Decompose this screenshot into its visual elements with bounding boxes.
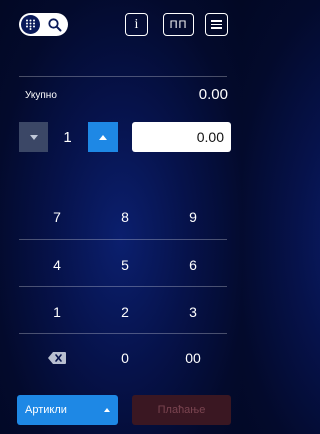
keypad-search-toggle[interactable] (19, 13, 68, 36)
backspace-icon (48, 352, 66, 364)
keypad-divider (19, 333, 227, 334)
articles-label: Артикли (25, 404, 67, 416)
key-3[interactable]: 3 (159, 292, 227, 332)
key-6[interactable]: 6 (159, 245, 227, 285)
caret-up-icon (104, 408, 110, 412)
menu-button[interactable] (205, 13, 228, 36)
articles-button[interactable]: Артикли (17, 395, 118, 425)
backspace-key[interactable] (23, 338, 91, 378)
pay-button[interactable]: Плаћање (132, 395, 231, 425)
key-1[interactable]: 1 (23, 292, 91, 332)
keypad-icon[interactable] (21, 15, 40, 34)
amount-input[interactable]: 0.00 (132, 122, 231, 152)
chevron-down-icon (29, 134, 38, 140)
key-8[interactable]: 8 (91, 197, 159, 237)
keypad-divider (19, 239, 227, 240)
keypad-divider (19, 286, 227, 287)
chevron-up-icon (99, 134, 107, 140)
top-bar: i ПП (0, 0, 242, 50)
search-icon[interactable] (47, 17, 63, 33)
menu-icon (211, 18, 222, 31)
info-button[interactable]: i (125, 13, 148, 36)
key-9[interactable]: 9 (159, 197, 227, 237)
key-4[interactable]: 4 (23, 245, 91, 285)
key-2[interactable]: 2 (91, 292, 159, 332)
key-7[interactable]: 7 (23, 197, 91, 237)
total-value: 0.00 (198, 86, 228, 103)
quantity-decrement-button[interactable] (19, 122, 48, 152)
total-label: Укупно (25, 90, 57, 101)
key-5[interactable]: 5 (91, 245, 159, 285)
quantity-value[interactable]: 1 (48, 122, 87, 152)
key-0[interactable]: 0 (91, 338, 159, 378)
divider (19, 76, 227, 77)
quantity-increment-button[interactable] (88, 122, 118, 152)
pp-button[interactable]: ПП (163, 13, 194, 36)
key-00[interactable]: 00 (159, 338, 227, 378)
